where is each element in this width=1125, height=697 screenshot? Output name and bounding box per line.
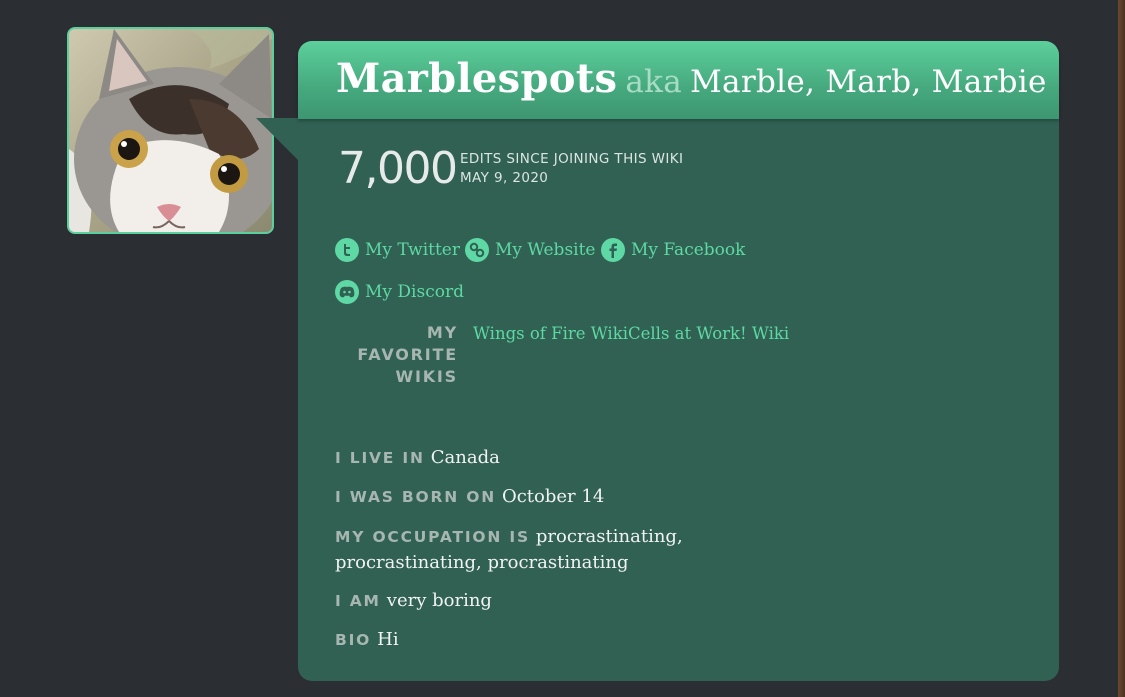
join-date: MAY 9, 2020 xyxy=(460,170,549,186)
username-heading: Marblespots aka Marble, Marb, Marbie xyxy=(336,55,1047,102)
twitter-link-label: My Twitter xyxy=(365,240,460,260)
profile-header: Marblespots aka Marble, Marb, Marbie xyxy=(298,41,1059,119)
aka-names: Marble, Marb, Marbie xyxy=(690,64,1047,100)
card-pointer xyxy=(256,118,298,160)
favorite-wikis-label-line3: WIKIS xyxy=(395,367,458,386)
favorite-wikis-label-line2: FAVORITE xyxy=(357,345,458,364)
info-location: I LIVE IN Canada xyxy=(335,445,715,471)
info-i-am-value: very boring xyxy=(386,590,492,611)
info-i-am-key: I AM xyxy=(335,592,381,610)
info-birthday-value: October 14 xyxy=(501,486,605,507)
facebook-link[interactable]: My Facebook xyxy=(601,238,745,262)
discord-link-label: My Discord xyxy=(365,282,464,302)
info-location-value: Canada xyxy=(430,447,500,468)
info-occupation-key: MY OCCUPATION IS xyxy=(335,528,530,546)
page-edge-border xyxy=(1116,0,1125,697)
info-bio-value: Hi xyxy=(377,629,399,650)
favorite-wikis-label-line1: MY xyxy=(426,323,458,342)
info-location-key: I LIVE IN xyxy=(335,449,425,467)
avatar[interactable] xyxy=(67,27,274,234)
favorite-wiki-link[interactable]: Cells at Work! Wiki xyxy=(628,324,789,343)
info-occupation: MY OCCUPATION IS procrastinating, procras… xyxy=(335,524,695,575)
info-i-am: I AM very boring xyxy=(335,588,715,614)
info-birthday-key: I WAS BORN ON xyxy=(335,488,496,506)
info-bio-key: BIO xyxy=(335,631,372,649)
username: Marblespots xyxy=(336,55,618,102)
favorite-wiki-link[interactable]: Wings of Fire Wiki xyxy=(473,324,628,343)
favorite-wikis-label: MY FAVORITE WIKIS xyxy=(346,322,458,388)
info-bio: BIO Hi xyxy=(335,627,715,653)
link-icon xyxy=(465,238,489,262)
twitter-icon xyxy=(335,238,359,262)
edit-count-label: EDITS SINCE JOINING THIS WIKI xyxy=(460,151,684,167)
website-link-label: My Website xyxy=(495,240,596,260)
discord-icon xyxy=(335,280,359,304)
facebook-link-label: My Facebook xyxy=(631,240,746,260)
aka-label: aka xyxy=(625,64,683,100)
twitter-link[interactable]: My Twitter xyxy=(335,238,460,262)
cat-photo xyxy=(69,29,272,232)
facebook-icon xyxy=(601,238,625,262)
profile-card: Marblespots aka Marble, Marb, Marbie 7,000… xyxy=(256,41,1059,681)
discord-link[interactable]: My Discord xyxy=(335,280,464,304)
edit-count: 7,000 xyxy=(338,143,458,194)
website-link[interactable]: My Website xyxy=(465,238,596,262)
info-birthday: I WAS BORN ON October 14 xyxy=(335,484,715,510)
